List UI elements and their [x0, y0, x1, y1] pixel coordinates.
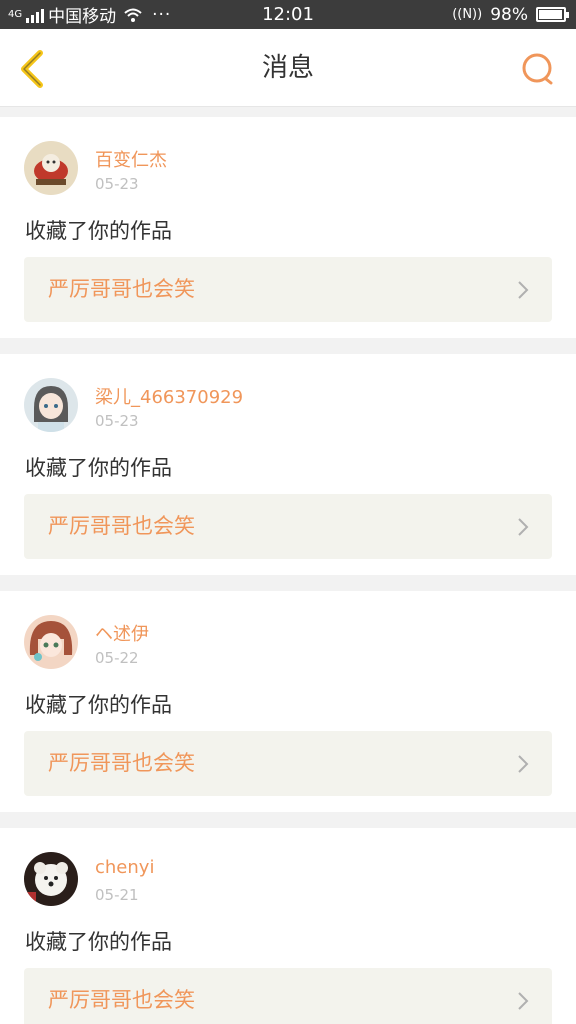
work-link[interactable]: 严厉哥哥也会笑 — [24, 494, 552, 559]
list-item: 梁儿_466370929 05-23 收藏了你的作品 严厉哥哥也会笑 — [0, 354, 576, 575]
battery-icon — [536, 7, 569, 22]
user-name[interactable]: chenyi — [95, 857, 154, 878]
work-link[interactable]: 严厉哥哥也会笑 — [24, 731, 552, 796]
work-title: 严厉哥哥也会笑 — [48, 751, 195, 775]
more-dots: ··· — [152, 4, 172, 25]
message-date: 05-21 — [95, 886, 139, 904]
work-title: 严厉哥哥也会笑 — [48, 514, 195, 538]
message-text: 收藏了你的作品 — [25, 693, 172, 717]
status-left: 4G 中国移动 ··· — [0, 2, 172, 28]
list-item: ヘ述伊 05-22 收藏了你的作品 严厉哥哥也会笑 — [0, 591, 576, 812]
search-button[interactable] — [520, 51, 556, 87]
page-title: 消息 — [261, 53, 314, 83]
avatar-image — [24, 378, 78, 432]
work-title: 严厉哥哥也会笑 — [48, 988, 195, 1012]
battery-percent: 98% — [490, 4, 528, 25]
message-text: 收藏了你的作品 — [25, 930, 172, 954]
message-text: 收藏了你的作品 — [25, 219, 172, 243]
avatar-image — [24, 141, 78, 195]
avatar[interactable] — [24, 852, 78, 906]
nfc-icon: ((N)) — [452, 7, 483, 22]
nav-bar: 消息 — [0, 29, 576, 107]
avatar[interactable] — [24, 378, 78, 432]
status-bar: 4G 中国移动 ··· 12:01 ((N)) 98% — [0, 0, 576, 29]
chevron-right-icon — [518, 992, 529, 1010]
chevron-right-icon — [518, 281, 529, 299]
list-item: chenyi 05-21 收藏了你的作品 严厉哥哥也会笑 — [0, 828, 576, 1024]
message-date: 05-22 — [95, 649, 139, 667]
avatar[interactable] — [24, 141, 78, 195]
work-title: 严厉哥哥也会笑 — [48, 277, 195, 301]
status-right: ((N)) 98% — [452, 5, 576, 25]
signal-icon — [26, 7, 45, 23]
network-type: 4G — [8, 8, 23, 20]
message-list: 百变仁杰 05-23 收藏了你的作品 严厉哥哥也会笑 梁儿_466370929 … — [0, 117, 576, 1024]
avatar[interactable] — [24, 615, 78, 669]
message-date: 05-23 — [95, 412, 139, 430]
user-name[interactable]: ヘ述伊 — [95, 620, 149, 646]
message-text: 收藏了你的作品 — [25, 456, 172, 480]
user-name[interactable]: 百变仁杰 — [95, 146, 167, 172]
chevron-right-icon — [518, 755, 529, 773]
avatar-image — [24, 615, 78, 669]
message-date: 05-23 — [95, 175, 139, 193]
list-item: 百变仁杰 05-23 收藏了你的作品 严厉哥哥也会笑 — [0, 117, 576, 338]
work-link[interactable]: 严厉哥哥也会笑 — [24, 968, 552, 1024]
chevron-right-icon — [518, 518, 529, 536]
user-name[interactable]: 梁儿_466370929 — [95, 383, 243, 409]
wifi-icon — [124, 8, 142, 22]
avatar-image — [24, 852, 78, 906]
carrier-label: 中国移动 — [48, 7, 117, 27]
work-link[interactable]: 严厉哥哥也会笑 — [24, 257, 552, 322]
